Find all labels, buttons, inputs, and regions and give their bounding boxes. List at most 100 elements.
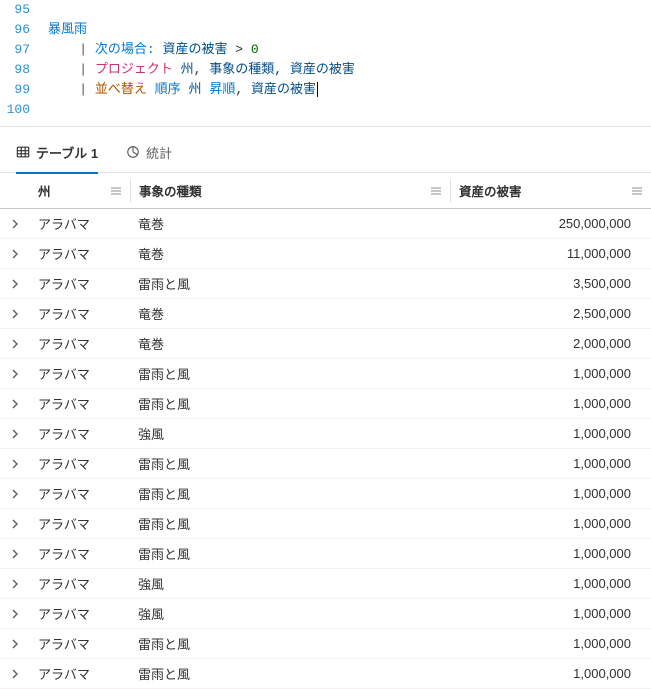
expand-row-button[interactable] [0, 549, 30, 559]
expand-row-button[interactable] [0, 339, 30, 349]
chevron-right-icon [10, 549, 20, 559]
cell-event: 雷雨と風 [130, 544, 451, 563]
cell-event: 竜巻 [130, 334, 451, 353]
stats-icon [126, 145, 140, 159]
column-header-event[interactable]: 事象の種類 [131, 173, 450, 208]
expand-row-button[interactable] [0, 249, 30, 259]
table-row[interactable]: アラバマ雷雨と風1,000,000 [0, 449, 651, 479]
cell-event: 雷雨と風 [130, 364, 451, 383]
table-header-row: 州 事象の種類 資産の被害 [0, 173, 651, 209]
code-line[interactable]: 97 | 次の場合: 資産の被害 > 0 [0, 40, 651, 60]
column-header-state[interactable]: 州 [30, 173, 130, 208]
cell-event: 竜巻 [130, 244, 451, 263]
expand-row-button[interactable] [0, 609, 30, 619]
expand-row-button[interactable] [0, 279, 30, 289]
cell-event: 強風 [130, 424, 451, 443]
cell-event: 雷雨と風 [130, 514, 451, 533]
code-token [147, 82, 155, 97]
line-number: 99 [0, 80, 48, 100]
code-token: プロジェクト [95, 62, 173, 77]
chevron-right-icon [10, 609, 20, 619]
chevron-right-icon [10, 669, 20, 679]
query-editor[interactable]: 9596暴風雨97 | 次の場合: 資産の被害 > 098 | プロジェクト 州… [0, 0, 651, 127]
cell-event: 雷雨と風 [130, 274, 451, 293]
column-header-state-label: 州 [38, 181, 51, 200]
cell-state: アラバマ [30, 274, 130, 293]
cell-damage: 250,000,000 [451, 216, 651, 231]
expand-row-button[interactable] [0, 489, 30, 499]
expand-row-button[interactable] [0, 579, 30, 589]
table-row[interactable]: アラバマ雷雨と風1,000,000 [0, 629, 651, 659]
code-content[interactable]: | プロジェクト 州, 事象の種類, 資産の被害 [48, 60, 651, 80]
expand-row-button[interactable] [0, 309, 30, 319]
column-header-damage[interactable]: 資産の被害 [451, 173, 651, 208]
table-row[interactable]: アラバマ雷雨と風1,000,000 [0, 389, 651, 419]
column-header-event-label: 事象の種類 [139, 181, 202, 200]
column-header-damage-label: 資産の被害 [459, 181, 522, 200]
cell-event: 竜巻 [130, 214, 451, 233]
code-line[interactable]: 96暴風雨 [0, 20, 651, 40]
table-row[interactable]: アラバマ竜巻2,000,000 [0, 329, 651, 359]
table-row[interactable]: アラバマ雷雨と風1,000,000 [0, 359, 651, 389]
expand-row-button[interactable] [0, 369, 30, 379]
code-token: 州 [188, 82, 201, 97]
cell-state: アラバマ [30, 214, 130, 233]
column-menu-icon[interactable] [631, 185, 643, 197]
chevron-right-icon [10, 429, 20, 439]
chevron-right-icon [10, 249, 20, 259]
expand-row-button[interactable] [0, 459, 30, 469]
table-row[interactable]: アラバマ竜巻2,500,000 [0, 299, 651, 329]
code-token: 資産の被害 [290, 62, 355, 77]
table-row[interactable]: アラバマ雷雨と風1,000,000 [0, 509, 651, 539]
expand-row-button[interactable] [0, 669, 30, 679]
code-token: , [274, 62, 290, 77]
code-token: | [79, 42, 95, 57]
cell-damage: 1,000,000 [451, 546, 651, 561]
expand-row-button[interactable] [0, 219, 30, 229]
cell-state: アラバマ [30, 574, 130, 593]
table-row[interactable]: アラバマ雷雨と風1,000,000 [0, 479, 651, 509]
results-table: 州 事象の種類 資産の被害 アラバマ竜巻250,000,000アラバマ竜巻11,… [0, 173, 651, 689]
tab-table-label: テーブル 1 [36, 143, 98, 162]
cell-event: 強風 [130, 604, 451, 623]
chevron-right-icon [10, 489, 20, 499]
line-number: 97 [0, 40, 48, 60]
table-row[interactable]: アラバマ雷雨と風1,000,000 [0, 539, 651, 569]
expand-row-button[interactable] [0, 639, 30, 649]
column-menu-icon[interactable] [430, 185, 442, 197]
code-token: 並べ替え [95, 82, 147, 97]
cell-state: アラバマ [30, 454, 130, 473]
cell-event: 竜巻 [130, 304, 451, 323]
code-token: , [235, 82, 251, 97]
table-row[interactable]: アラバマ竜巻11,000,000 [0, 239, 651, 269]
expand-row-button[interactable] [0, 519, 30, 529]
cell-damage: 2,000,000 [451, 336, 651, 351]
code-content[interactable]: | 次の場合: 資産の被害 > 0 [48, 40, 651, 60]
expand-row-button[interactable] [0, 429, 30, 439]
code-line[interactable]: 98 | プロジェクト 州, 事象の種類, 資産の被害 [0, 60, 651, 80]
cell-damage: 1,000,000 [451, 576, 651, 591]
tab-table[interactable]: テーブル 1 [16, 143, 98, 174]
table-row[interactable]: アラバマ雷雨と風1,000,000 [0, 659, 651, 689]
cell-damage: 1,000,000 [451, 456, 651, 471]
table-row[interactable]: アラバマ強風1,000,000 [0, 419, 651, 449]
code-line[interactable]: 100 [0, 100, 651, 120]
code-token [173, 62, 181, 77]
cell-damage: 1,000,000 [451, 516, 651, 531]
table-row[interactable]: アラバマ強風1,000,000 [0, 569, 651, 599]
tab-stats[interactable]: 統計 [126, 143, 172, 174]
expand-row-button[interactable] [0, 399, 30, 409]
code-content[interactable]: | 並べ替え 順序 州 昇順, 資産の被害 [48, 80, 651, 100]
code-content[interactable]: 暴風雨 [48, 20, 651, 40]
table-row[interactable]: アラバマ竜巻250,000,000 [0, 209, 651, 239]
chevron-right-icon [10, 339, 20, 349]
code-line[interactable]: 95 [0, 0, 651, 20]
code-token: | [79, 62, 95, 77]
cell-damage: 1,000,000 [451, 636, 651, 651]
cell-damage: 11,000,000 [451, 246, 651, 261]
cell-state: アラバマ [30, 424, 130, 443]
table-row[interactable]: アラバマ雷雨と風3,500,000 [0, 269, 651, 299]
table-row[interactable]: アラバマ強風1,000,000 [0, 599, 651, 629]
column-menu-icon[interactable] [110, 185, 122, 197]
code-line[interactable]: 99 | 並べ替え 順序 州 昇順, 資産の被害 [0, 80, 651, 100]
